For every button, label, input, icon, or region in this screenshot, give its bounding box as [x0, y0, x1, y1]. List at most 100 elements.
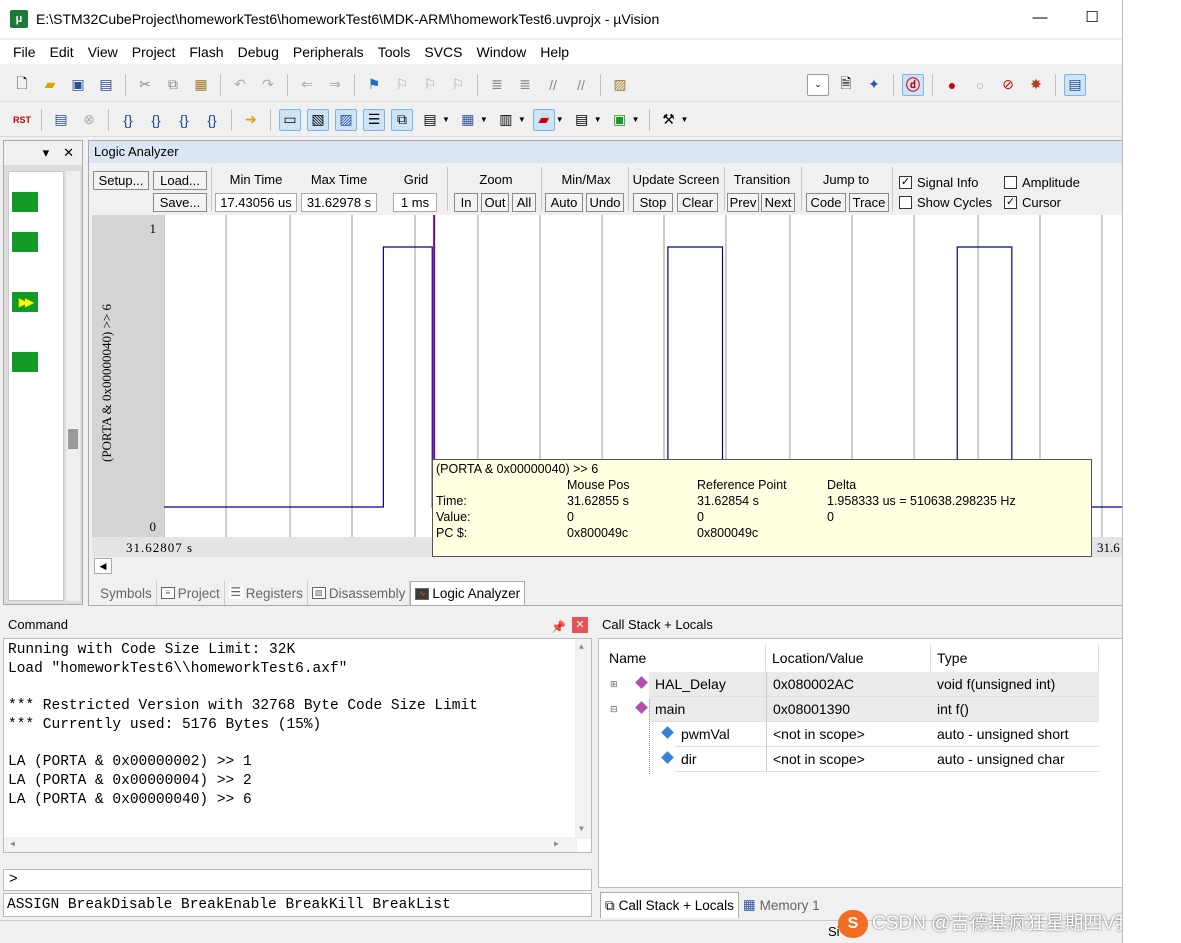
- disassembly-window-icon[interactable]: ▧: [307, 108, 329, 131]
- enable-breakpoint-icon[interactable]: ○: [969, 74, 991, 96]
- trace-windows-icon[interactable]: ▤: [571, 109, 593, 131]
- scrollbar-thumb[interactable]: [68, 429, 78, 449]
- symbols-window-icon[interactable]: ▨: [335, 108, 357, 131]
- analysis-windows-icon[interactable]: ▰: [532, 108, 555, 131]
- reset-icon[interactable]: RST: [11, 109, 33, 131]
- kill-breakpoints-icon[interactable]: ✸: [1025, 74, 1047, 96]
- menu-project[interactable]: Project: [125, 44, 183, 60]
- menu-file[interactable]: File: [6, 44, 43, 60]
- find-combo-dropdown-icon[interactable]: ⌄: [807, 73, 829, 96]
- chevron-down-icon[interactable]: ▼: [480, 115, 488, 124]
- next-bookmark-icon[interactable]: ⚐: [419, 74, 441, 96]
- undo-icon[interactable]: ↶: [229, 74, 251, 96]
- stop-button[interactable]: Stop: [633, 193, 673, 212]
- step-out-icon[interactable]: {}: [173, 109, 195, 131]
- navigate-forward-icon[interactable]: ⇒: [324, 74, 346, 96]
- cursor-check-box[interactable]: ✓: [1004, 196, 1017, 209]
- tab-disassembly[interactable]: ▧ Disassembly: [308, 581, 411, 605]
- show-next-statement-icon[interactable]: ➜: [240, 109, 262, 131]
- chevron-down-icon[interactable]: ▼: [442, 115, 450, 124]
- menu-help[interactable]: Help: [533, 44, 576, 60]
- prev-bookmark-icon[interactable]: ⚐: [391, 74, 413, 96]
- find-in-files-icon[interactable]: ▨: [609, 74, 631, 96]
- zoom-in-button[interactable]: In: [454, 193, 478, 212]
- left-dock-scrollbar[interactable]: [66, 171, 80, 601]
- setup-button[interactable]: Setup...: [93, 171, 149, 190]
- zoom-out-button[interactable]: Out: [481, 193, 509, 212]
- scroll-right-icon[interactable]: ▶: [554, 839, 559, 849]
- run-to-cursor-icon[interactable]: {}: [201, 109, 223, 131]
- save-button[interactable]: Save...: [153, 193, 207, 212]
- undo-button[interactable]: Undo: [586, 193, 624, 212]
- start-debug-session-icon[interactable]: ⓓ: [902, 73, 924, 96]
- call-stack-window-icon[interactable]: ⧉: [391, 108, 413, 131]
- memory-windows-icon[interactable]: ▦: [457, 109, 479, 131]
- stop-icon[interactable]: ⊗: [78, 109, 100, 131]
- dock-menu-icon[interactable]: ▾: [43, 145, 50, 161]
- tab-project[interactable]: ≡ Project: [157, 581, 225, 605]
- table-row-value[interactable]: 0x08001390: [766, 697, 931, 722]
- amplitude-check-box[interactable]: [1004, 176, 1017, 189]
- pin-icon[interactable]: 📌: [551, 616, 566, 638]
- find-icon[interactable]: 🗎: [835, 74, 857, 96]
- chevron-down-icon[interactable]: ▼: [681, 115, 689, 124]
- show-cycles-checkbox[interactable]: Show Cycles: [899, 195, 992, 210]
- table-row-value[interactable]: 0x080002AC: [766, 672, 931, 697]
- jump-code-button[interactable]: Code: [806, 193, 846, 212]
- comment-icon[interactable]: //: [542, 74, 564, 96]
- command-window-icon[interactable]: ▭: [279, 108, 301, 131]
- command-input[interactable]: >: [3, 869, 592, 891]
- navigate-back-icon[interactable]: ⇐: [296, 74, 318, 96]
- debug-window-icon[interactable]: ✦: [863, 74, 885, 96]
- disable-breakpoints-icon[interactable]: ⊘: [997, 74, 1019, 96]
- scroll-left-icon[interactable]: ◀: [10, 839, 15, 849]
- menu-view[interactable]: View: [81, 44, 125, 60]
- amplitude-checkbox[interactable]: Amplitude: [1004, 175, 1080, 190]
- table-row-name[interactable]: pwmVal: [675, 722, 766, 747]
- bookmark-icon[interactable]: ⚑: [363, 74, 385, 96]
- scroll-left-icon[interactable]: ◀: [94, 558, 112, 574]
- chevron-down-icon[interactable]: ▼: [594, 115, 602, 124]
- redo-icon[interactable]: ↷: [257, 74, 279, 96]
- close-icon[interactable]: ✕: [63, 145, 74, 161]
- column-header-name[interactable]: Name: [603, 645, 766, 671]
- table-row-value[interactable]: <not in scope>: [766, 722, 931, 747]
- column-header-type[interactable]: Type: [931, 645, 1099, 671]
- watch-windows-icon[interactable]: ▤: [419, 109, 441, 131]
- collapse-icon[interactable]: ⊟: [610, 704, 618, 715]
- menu-window[interactable]: Window: [470, 44, 534, 60]
- jump-trace-button[interactable]: Trace: [849, 193, 889, 212]
- signal-info-check-box[interactable]: ✓: [899, 176, 912, 189]
- chevron-down-icon[interactable]: ▼: [632, 115, 640, 124]
- step-over-icon[interactable]: {}: [145, 109, 167, 131]
- command-horizontal-scrollbar[interactable]: ◀ ▶: [4, 837, 577, 852]
- tab-logic-analyzer[interactable]: ∿ Logic Analyzer: [410, 581, 526, 605]
- open-folder-icon[interactable]: ▰: [39, 74, 61, 96]
- expand-icon[interactable]: ⊞: [610, 679, 618, 690]
- tab-registers[interactable]: ☰ Registers: [225, 581, 308, 605]
- save-icon[interactable]: ▣: [67, 74, 89, 96]
- menu-debug[interactable]: Debug: [231, 44, 286, 60]
- toolbox-icon[interactable]: ⚒: [658, 109, 680, 131]
- cut-icon[interactable]: ✂: [134, 74, 156, 96]
- zoom-all-button[interactable]: All: [512, 193, 536, 212]
- project-window-icon[interactable]: ▤: [1064, 73, 1086, 96]
- table-row-value[interactable]: <not in scope>: [766, 747, 931, 772]
- insert-breakpoint-icon[interactable]: ●: [941, 74, 963, 96]
- signal-name-label[interactable]: (PORTA & 0x00000040) >> 6: [99, 278, 115, 488]
- close-icon[interactable]: ✕: [572, 617, 588, 633]
- clear-bookmarks-icon[interactable]: ⚐: [447, 74, 469, 96]
- menu-tools[interactable]: Tools: [371, 44, 418, 60]
- scroll-up-icon[interactable]: ▲: [579, 643, 584, 652]
- registers-window-icon[interactable]: ☰: [363, 108, 385, 131]
- unindent-icon[interactable]: ≣: [514, 74, 536, 96]
- chevron-down-icon[interactable]: ▼: [518, 115, 526, 124]
- menu-edit[interactable]: Edit: [43, 44, 81, 60]
- copy-icon[interactable]: ⧉: [162, 74, 184, 96]
- indent-icon[interactable]: ≣: [486, 74, 508, 96]
- menu-svcs[interactable]: SVCS: [417, 44, 469, 60]
- command-output[interactable]: Running with Code Size Limit: 32K Load "…: [3, 638, 592, 853]
- auto-button[interactable]: Auto: [545, 193, 583, 212]
- next-transition-button[interactable]: Next: [761, 193, 795, 212]
- maximize-button[interactable]: ☐: [1082, 8, 1102, 28]
